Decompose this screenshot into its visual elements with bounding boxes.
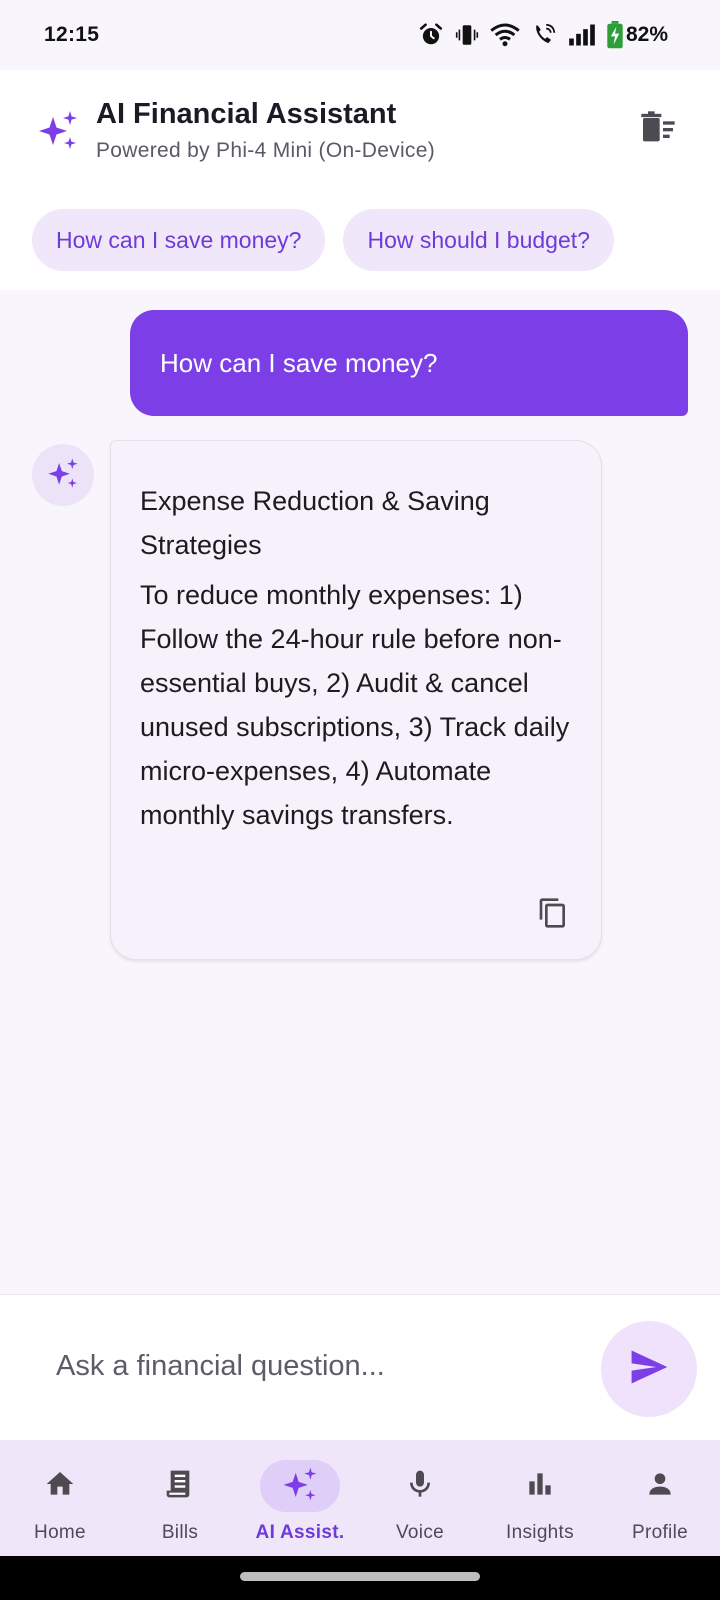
- signal-icon: [568, 23, 596, 47]
- battery-percentage: 82%: [625, 23, 668, 46]
- status-time: 12:15: [44, 23, 100, 46]
- clear-chat-button[interactable]: [632, 104, 684, 156]
- user-message-bubble: How can I save money?: [130, 310, 688, 416]
- gesture-navigation-bar: [0, 1556, 720, 1600]
- vibrate-icon: [454, 22, 480, 48]
- battery-charging-icon: 82%: [606, 21, 668, 49]
- bottom-navigation: Home Bills AI Assist. Voice Insights Pro…: [0, 1440, 720, 1556]
- nav-item-voice[interactable]: Voice: [360, 1440, 480, 1556]
- nav-item-ai-assist[interactable]: AI Assist.: [240, 1440, 360, 1556]
- home-icon: [44, 1468, 76, 1505]
- header-text: AI Financial Assistant Powered by Phi-4 …: [96, 98, 632, 163]
- sparkle-icon: [36, 108, 80, 152]
- send-icon: [627, 1345, 671, 1394]
- delete-sweep-icon: [638, 108, 678, 153]
- nav-item-home[interactable]: Home: [0, 1440, 120, 1556]
- alarm-icon: [418, 22, 444, 48]
- suggestion-chip-save-money[interactable]: How can I save money?: [32, 209, 326, 271]
- status-icons: 82%: [418, 21, 668, 49]
- person-icon: [644, 1468, 676, 1505]
- ai-message-bubble: Expense Reduction & Saving Strategies To…: [110, 440, 602, 960]
- ai-message-title: Expense Reduction & Saving Strategies: [140, 486, 490, 560]
- nav-label-profile: Profile: [632, 1522, 688, 1543]
- mic-icon: [404, 1468, 436, 1505]
- chat-input[interactable]: [32, 1325, 572, 1407]
- user-message-text: How can I save money?: [160, 347, 438, 378]
- sparkle-icon: [46, 456, 80, 495]
- suggestion-chip-budget[interactable]: How should I budget?: [343, 209, 614, 271]
- wifi-calling-icon: [530, 22, 558, 48]
- nav-label-insights: Insights: [506, 1522, 574, 1543]
- nav-label-ai-assist: AI Assist.: [255, 1522, 345, 1543]
- nav-item-profile[interactable]: Profile: [600, 1440, 720, 1556]
- gesture-handle[interactable]: [240, 1572, 480, 1581]
- nav-item-insights[interactable]: Insights: [480, 1440, 600, 1556]
- page-subtitle: Powered by Phi-4 Mini (On-Device): [96, 138, 436, 162]
- nav-label-voice: Voice: [396, 1522, 444, 1543]
- chat-input-bar: [0, 1294, 720, 1440]
- nav-label-bills: Bills: [161, 1522, 199, 1543]
- page-title: AI Financial Assistant: [96, 97, 397, 130]
- sparkle-icon: [281, 1465, 319, 1508]
- receipt-icon: [164, 1468, 196, 1505]
- copy-button[interactable]: [535, 897, 571, 933]
- suggestion-chips: How can I save money? How should I budge…: [0, 190, 720, 290]
- ai-message-body: To reduce monthly expenses: 1) Follow th…: [140, 580, 570, 830]
- copy-icon: [537, 897, 569, 934]
- send-button[interactable]: [601, 1321, 697, 1417]
- status-bar: 12:15 82%: [0, 0, 720, 70]
- wifi-icon: [490, 22, 520, 48]
- nav-label-home: Home: [34, 1522, 86, 1543]
- app-header: AI Financial Assistant Powered by Phi-4 …: [0, 70, 720, 190]
- ai-avatar: [32, 444, 94, 506]
- nav-item-bills[interactable]: Bills: [120, 1440, 240, 1556]
- bar-chart-icon: [524, 1468, 556, 1505]
